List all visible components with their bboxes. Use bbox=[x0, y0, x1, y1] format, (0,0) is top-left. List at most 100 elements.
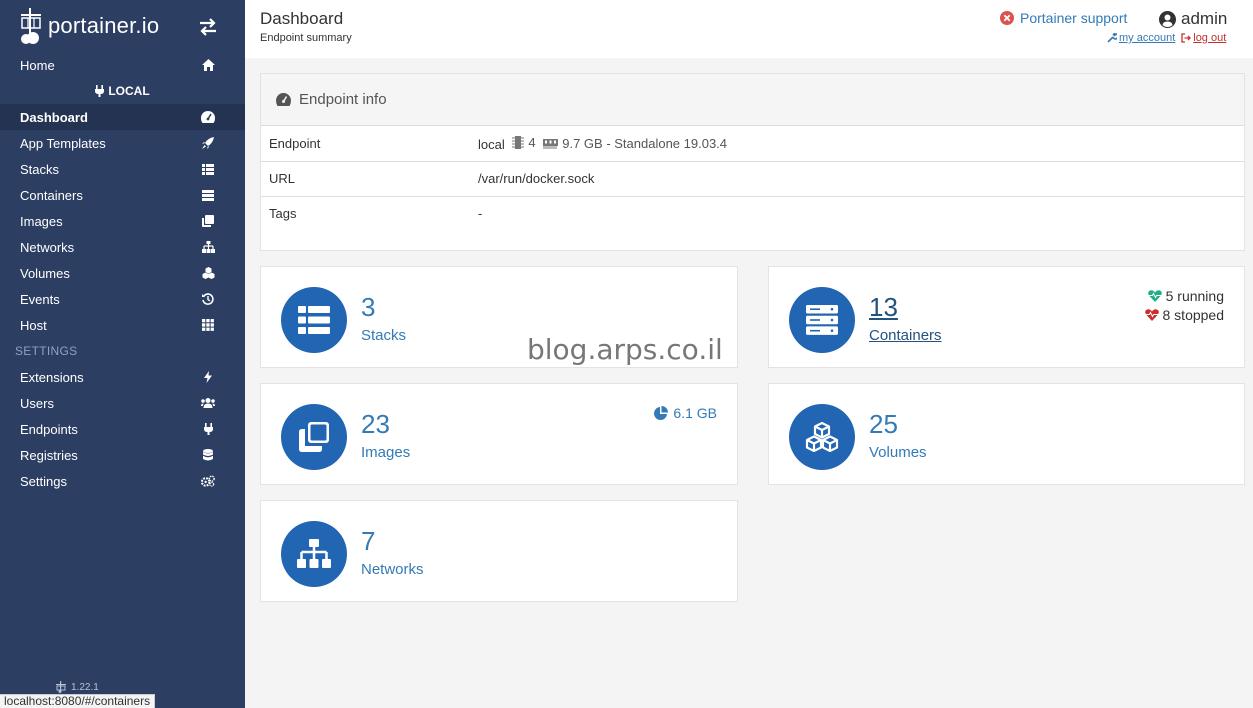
brand-logo[interactable]: portainer.io bbox=[18, 6, 159, 46]
table-row: Tags - bbox=[261, 196, 1244, 231]
networks-tile-icon-circle bbox=[281, 521, 347, 587]
users-icon bbox=[201, 396, 215, 410]
brand[interactable]: portainer.io bbox=[0, 0, 245, 52]
sidebar-item-label: Users bbox=[20, 395, 54, 411]
portainer-logo-icon bbox=[21, 8, 41, 44]
volumes-label: Volumes bbox=[869, 444, 927, 461]
sidebar-item-registries[interactable]: Registries bbox=[0, 442, 245, 468]
sidebar-item-home[interactable]: Home bbox=[0, 52, 245, 78]
dashboard-icon bbox=[201, 110, 215, 124]
url-key: URL bbox=[269, 171, 296, 186]
images-tile[interactable]: 23 Images 6.1 GB bbox=[260, 383, 738, 485]
networks-label: Networks bbox=[361, 561, 424, 578]
username: admin bbox=[1181, 9, 1228, 28]
stacks-label: Stacks bbox=[361, 327, 407, 344]
portainer-logo-icon bbox=[56, 681, 66, 693]
history-icon bbox=[201, 292, 215, 306]
endpoint-memory: 9.7 GB - Standalone 19.03.4 bbox=[543, 136, 727, 151]
sidebar-item-dashboard[interactable]: Dashboard bbox=[0, 104, 245, 130]
endpoint-info-header: Endpoint info bbox=[261, 74, 1244, 126]
sidebar-item-volumes[interactable]: Volumes bbox=[0, 260, 245, 286]
cogs-icon bbox=[201, 474, 215, 488]
running-count: 5 running bbox=[1165, 288, 1224, 304]
sidebar-item-label: Containers bbox=[20, 187, 83, 203]
clone-icon bbox=[299, 422, 329, 452]
user-circle-icon bbox=[1159, 10, 1176, 28]
th-icon bbox=[201, 318, 215, 332]
support-label: Portainer support bbox=[1020, 10, 1128, 26]
sidebar-item-label: Volumes bbox=[20, 265, 70, 281]
sidebar-item-settings[interactable]: Settings bbox=[0, 468, 245, 494]
sign-out-icon bbox=[1181, 33, 1192, 43]
database-icon bbox=[201, 448, 215, 462]
images-tile-icon-circle bbox=[281, 404, 347, 470]
top-header: Dashboard Endpoint summary Portainer sup… bbox=[245, 0, 1253, 58]
account-links: my account log out bbox=[1107, 32, 1226, 44]
url-value: /var/run/docker.sock bbox=[478, 171, 595, 186]
sidebar-item-users[interactable]: Users bbox=[0, 390, 245, 416]
rocket-icon bbox=[201, 136, 215, 150]
sitemap-icon bbox=[201, 240, 215, 254]
sidebar-item-label: Endpoints bbox=[20, 421, 78, 437]
sidebar-item-containers[interactable]: Containers bbox=[0, 182, 245, 208]
endpoint-cpu: 4 bbox=[512, 134, 536, 150]
home-icon bbox=[201, 58, 215, 72]
sidebar-item-label: App Templates bbox=[20, 135, 106, 151]
tags-key: Tags bbox=[269, 206, 297, 222]
stacks-count: 3 bbox=[361, 292, 376, 322]
endpoint-info-title: Endpoint info bbox=[299, 91, 387, 108]
endpoint-name: LOCAL bbox=[108, 84, 150, 98]
sidebar-item-label: Home bbox=[20, 57, 55, 73]
logout-link[interactable]: log out bbox=[1181, 32, 1226, 44]
sidebar-item-host[interactable]: Host bbox=[0, 312, 245, 338]
portainer-support-link[interactable]: Portainer support bbox=[1000, 10, 1127, 26]
networks-count: 7 bbox=[361, 526, 376, 556]
sidebar-item-images[interactable]: Images bbox=[0, 208, 245, 234]
endpoint-header: LOCAL bbox=[0, 78, 245, 104]
sidebar-item-stacks[interactable]: Stacks bbox=[0, 156, 245, 182]
endpoint-value-cell: local 4 9.7 GB - Standalone 19.03.4 bbox=[470, 126, 1244, 161]
stacks-tile-icon-circle bbox=[281, 287, 347, 353]
sidebar-item-label: Registries bbox=[20, 447, 78, 463]
sidebar: portainer.io Home LOCAL Dashboard App Te… bbox=[0, 0, 245, 708]
sidebar-item-label: Extensions bbox=[20, 369, 84, 385]
server-icon bbox=[806, 305, 838, 335]
list-icon bbox=[298, 306, 330, 334]
sidebar-item-events[interactable]: Events bbox=[0, 286, 245, 312]
volumes-count: 25 bbox=[869, 409, 898, 439]
sidebar-item-app-templates[interactable]: App Templates bbox=[0, 130, 245, 156]
server-icon bbox=[201, 188, 215, 202]
containers-count[interactable]: 13 bbox=[869, 292, 898, 323]
clone-icon bbox=[201, 214, 215, 228]
sidebar-item-endpoints[interactable]: Endpoints bbox=[0, 416, 245, 442]
endpoint-info-table: Endpoint local 4 9.7 GB - Standalone 19.… bbox=[261, 126, 1244, 231]
cubes-icon bbox=[805, 422, 839, 452]
containers-label[interactable]: Containers bbox=[869, 327, 942, 344]
running-status: 5 running bbox=[1145, 288, 1224, 304]
stopped-status: 8 stopped bbox=[1144, 307, 1225, 323]
sidebar-item-label: Host bbox=[20, 317, 47, 333]
sidebar-nav: Home LOCAL Dashboard App Templates Stack… bbox=[0, 52, 245, 494]
times-circle-icon bbox=[1000, 11, 1014, 25]
watermark: blog.arps.co.il bbox=[527, 333, 723, 366]
list-icon bbox=[201, 162, 215, 176]
page-subtitle: Endpoint summary bbox=[260, 32, 352, 44]
containers-tile-icon-circle bbox=[789, 287, 855, 353]
volumes-tile-icon-circle bbox=[789, 404, 855, 470]
logout-label: log out bbox=[1193, 32, 1227, 44]
sidebar-item-networks[interactable]: Networks bbox=[0, 234, 245, 260]
my-account-link[interactable]: my account bbox=[1107, 32, 1175, 44]
cpu-count: 4 bbox=[528, 134, 536, 150]
pie-chart-icon bbox=[654, 406, 669, 420]
cubes-icon bbox=[201, 266, 215, 280]
stopped-count: 8 stopped bbox=[1162, 307, 1225, 323]
volumes-tile[interactable]: 25 Volumes bbox=[768, 383, 1245, 485]
memory-icon bbox=[543, 138, 559, 149]
exchange-icon[interactable] bbox=[198, 18, 218, 36]
networks-tile[interactable]: 7 Networks bbox=[260, 500, 738, 602]
sidebar-item-extensions[interactable]: Extensions bbox=[0, 364, 245, 390]
containers-tile[interactable]: 13 Containers 5 running 8 stopped bbox=[768, 266, 1245, 368]
settings-section-title: SETTINGS bbox=[15, 344, 78, 358]
sidebar-item-label: Networks bbox=[20, 239, 75, 255]
page-title: Dashboard bbox=[260, 9, 344, 28]
